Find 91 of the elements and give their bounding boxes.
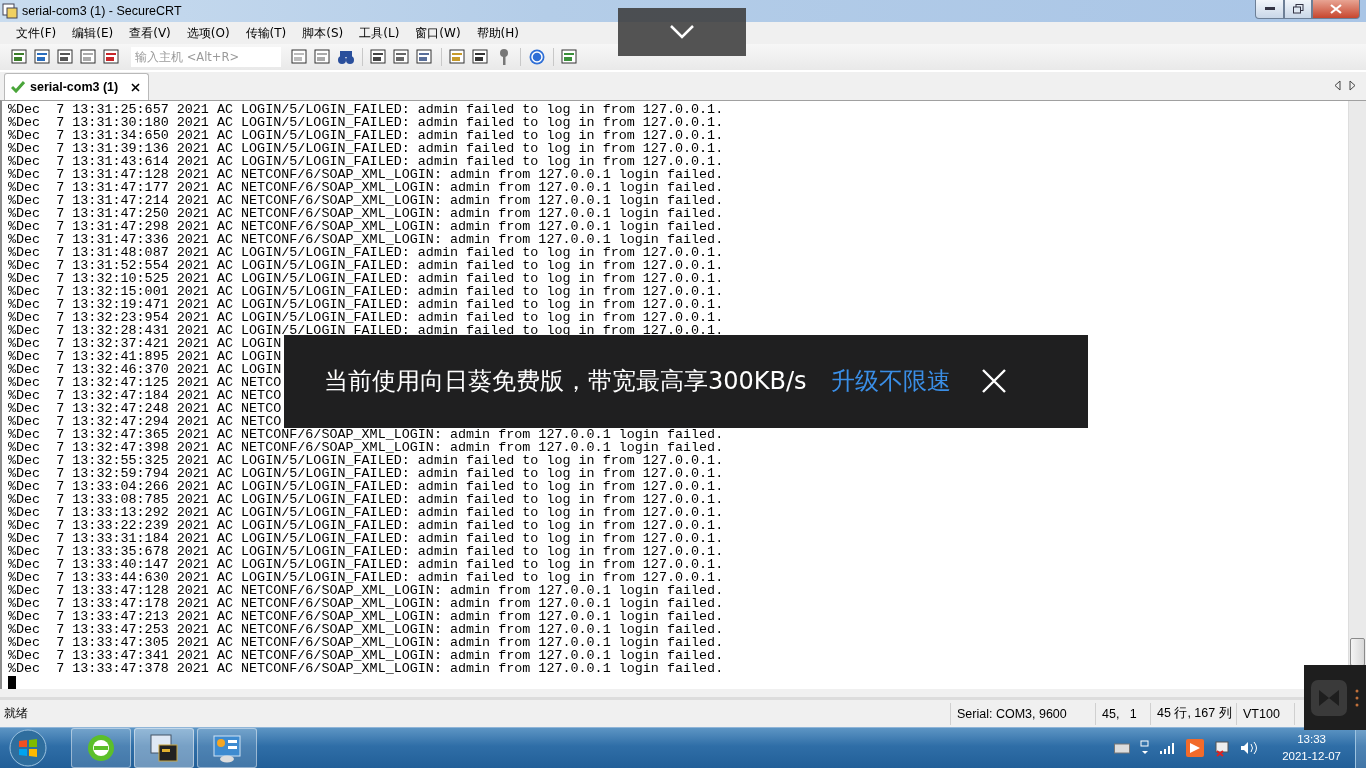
start-button[interactable] [8, 728, 48, 768]
browser-taskbar-button[interactable] [71, 728, 131, 768]
terminal-line: %Dec 7 13:32:59:794 2021 AC LOGIN/5/LOGIN_FAILED: admin failed to log in from 127.0.0.1. [8, 466, 724, 480]
terminal-line: %Dec 7 13:32:37:421 2021 AC LOGIN [8, 336, 282, 350]
terminal-line: %Dec 7 13:32:55:325 2021 AC LOGIN/5/LOGIN_FAILED: admin failed to log in from 127.0.0.1. [8, 453, 724, 467]
terminal-line: %Dec 7 13:32:47:294 2021 AC NETCO [8, 414, 282, 428]
terminal-line: %Dec 7 13:31:39:136 2021 AC LOGIN/5/LOGIN_FAILED: admin failed to log in from 127.0.0.1. [8, 141, 724, 155]
find-icon[interactable] [336, 48, 356, 67]
menu-item[interactable]: 帮助(H) [468, 24, 527, 42]
terminal-line: %Dec 7 13:32:47:398 2021 AC NETCONF/6/SOAP_XML_LOGIN: admin from 127.0.0.1 login failed. [8, 440, 724, 454]
menu-item[interactable]: 编辑(E) [64, 24, 122, 42]
window-title: serial-com3 (1) - SecureCRT [22, 3, 183, 18]
help-icon[interactable] [527, 48, 547, 67]
status-text: 就绪 [3, 705, 29, 723]
terminal-line: %Dec 7 13:33:31:184 2021 AC LOGIN/5/LOGIN_FAILED: admin failed to log in from 127.0.0.1. [8, 531, 724, 545]
terminal-line: %Dec 7 13:32:47:248 2021 AC NETCO [8, 401, 282, 415]
menu-item[interactable]: 工具(L) [351, 24, 408, 42]
menu-item[interactable]: 文件(F) [8, 24, 65, 42]
signal-icon[interactable] [1160, 742, 1177, 754]
host-field[interactable]: 输入主机 <Alt+R> [131, 47, 281, 68]
terminal-line: %Dec 7 13:33:44:630 2021 AC LOGIN/5/LOGIN_FAILED: admin failed to log in from 127.0.0.1. [8, 570, 724, 584]
terminal-line: %Dec 7 13:31:47:214 2021 AC NETCONF/6/SOAP_XML_LOGIN: admin from 127.0.0.1 login failed. [8, 193, 724, 207]
remote-logo-icon [1311, 679, 1347, 716]
terminal-line: %Dec 7 13:31:43:614 2021 AC LOGIN/5/LOGIN_FAILED: admin failed to log in from 127.0.0.1. [8, 154, 724, 168]
terminal-line: %Dec 7 13:31:47:250 2021 AC NETCONF/6/SOAP_XML_LOGIN: admin from 127.0.0.1 login failed. [8, 206, 724, 220]
terminal-line: %Dec 7 13:31:47:177 2021 AC NETCONF/6/SOAP_XML_LOGIN: admin from 127.0.0.1 login failed. [8, 180, 724, 194]
terminal-line: %Dec 7 13:31:47:298 2021 AC NETCONF/6/SOAP_XML_LOGIN: admin from 127.0.0.1 login failed. [8, 219, 724, 233]
terminal-line: %Dec 7 13:31:47:128 2021 AC NETCONF/6/SOAP_XML_LOGIN: admin from 127.0.0.1 login failed. [8, 167, 724, 181]
terminal-line: %Dec 7 13:32:23:954 2021 AC LOGIN/5/LOGIN_FAILED: admin failed to log in from 127.0.0.1. [8, 310, 724, 324]
control-panel-icon [212, 733, 242, 763]
control-panel-taskbar-button[interactable] [197, 728, 257, 768]
maximize-button[interactable] [1284, 0, 1312, 19]
close-icon [1330, 4, 1342, 14]
terminal-line: %Dec 7 13:33:40:147 2021 AC LOGIN/5/LOGIN_FAILED: admin failed to log in from 127.0.0.1. [8, 557, 724, 571]
show-desktop-button[interactable] [1355, 728, 1366, 768]
status-position: 45, 1 [1095, 702, 1150, 725]
terminal-line: %Dec 7 13:33:08:785 2021 AC LOGIN/5/LOGIN_FAILED: admin failed to log in from 127.0.0.1. [8, 492, 724, 506]
minimize-icon [1264, 7, 1275, 11]
keyboard-icon[interactable] [1114, 742, 1131, 754]
terminal-line: %Dec 7 13:31:30:180 2021 AC LOGIN/5/LOGIN_FAILED: admin failed to log in from 127.0.0.1. [8, 115, 724, 129]
terminal-line: %Dec 7 13:32:19:471 2021 AC LOGIN/5/LOGIN_FAILED: admin failed to log in from 127.0.0.1. [8, 297, 724, 311]
terminal-line: %Dec 7 13:33:13:292 2021 AC LOGIN/5/LOGIN_FAILED: admin failed to log in from 127.0.0.1. [8, 505, 724, 519]
scrollbar[interactable] [1348, 100, 1366, 666]
more-icon[interactable] [1355, 687, 1359, 708]
terminal-line: %Dec 7 13:33:47:378 2021 AC NETCONF/6/SOAP_XML_LOGIN: admin from 127.0.0.1 login failed. [8, 661, 724, 675]
notice-text: 当前使用向日葵免费版，带宽最高享300KB/s [324, 366, 807, 398]
upgrade-link[interactable]: 升级不限速 [830, 365, 951, 398]
terminal-line: %Dec 7 13:32:47:184 2021 AC NETCO [8, 388, 282, 402]
status-emulation: VT100 [1236, 702, 1294, 725]
scroll-right-icon[interactable] [1349, 80, 1356, 92]
menu-item[interactable]: 查看(V) [121, 24, 179, 42]
terminal-line: %Dec 7 13:31:48:087 2021 AC LOGIN/5/LOGIN_FAILED: admin failed to log in from 127.0.0.1. [8, 245, 724, 259]
menu-item[interactable]: 选项(O) [178, 24, 238, 42]
status-size: 45 行, 167 列 [1150, 702, 1236, 725]
chevron-down-icon [669, 24, 695, 40]
terminal-line: %Dec 7 13:32:47:125 2021 AC NETCO [8, 375, 282, 389]
terminal-line: %Dec 7 13:31:25:657 2021 AC LOGIN/5/LOGIN_FAILED: admin failed to log in from 127.0.0.1. [8, 102, 724, 116]
app-icon [2, 2, 18, 19]
terminal-window-icon [149, 733, 179, 763]
terminal-line: %Dec 7 13:32:46:370 2021 AC LOGIN [8, 362, 282, 376]
close-icon[interactable] [980, 368, 1007, 395]
scroll-left-icon[interactable] [1334, 80, 1341, 92]
browser-icon [86, 733, 116, 763]
terminal-taskbar-button[interactable] [134, 728, 194, 768]
terminal-line: %Dec 7 13:32:15:001 2021 AC LOGIN/5/LOGIN_FAILED: admin failed to log in from 127.0.0.1. [8, 284, 724, 298]
terminal-line: %Dec 7 13:33:47:253 2021 AC NETCONF/6/SOAP_XML_LOGIN: admin from 127.0.0.1 login failed. [8, 622, 724, 636]
terminal-line: %Dec 7 13:31:34:650 2021 AC LOGIN/5/LOGIN_FAILED: admin failed to log in from 127.0.0.1. [8, 128, 724, 142]
terminal-line: %Dec 7 13:33:47:341 2021 AC NETCONF/6/SOAP_XML_LOGIN: admin from 127.0.0.1 login failed. [8, 648, 724, 662]
remote-app-icon[interactable] [1186, 739, 1205, 757]
restore-icon [1292, 4, 1304, 14]
terminal-line: %Dec 7 13:32:10:525 2021 AC LOGIN/5/LOGIN_FAILED: admin failed to log in from 127.0.0.1. [8, 271, 724, 285]
terminal-line: %Dec 7 13:33:47:213 2021 AC NETCONF/6/SOAP_XML_LOGIN: admin from 127.0.0.1 login failed. [8, 609, 724, 623]
terminal-line: %Dec 7 13:33:47:128 2021 AC NETCONF/6/SOAP_XML_LOGIN: admin from 127.0.0.1 login failed. [8, 583, 724, 597]
menu-item[interactable]: 传输(T) [237, 24, 295, 42]
terminal-line: %Dec 7 13:33:04:266 2021 AC LOGIN/5/LOGIN_FAILED: admin failed to log in from 127.0.0.1. [8, 479, 724, 493]
terminal-line: %Dec 7 13:33:35:678 2021 AC LOGIN/5/LOGIN_FAILED: admin failed to log in from 127.0.0.1. [8, 544, 724, 558]
close-button[interactable] [1312, 0, 1360, 19]
menu-item[interactable]: 窗口(W) [407, 24, 469, 42]
session-tab[interactable]: serial-com3 (1) [4, 72, 150, 100]
minimize-button[interactable] [1255, 0, 1284, 19]
terminal-line: %Dec 7 13:31:47:336 2021 AC NETCONF/6/SOAP_XML_LOGIN: admin from 127.0.0.1 login failed. [8, 232, 724, 246]
volume-icon[interactable] [1240, 741, 1259, 755]
terminal-line: %Dec 7 13:32:47:365 2021 AC NETCONF/6/SOAP_XML_LOGIN: admin from 127.0.0.1 login failed. [8, 427, 724, 441]
terminal-line: %Dec 7 13:33:47:178 2021 AC NETCONF/6/SOAP_XML_LOGIN: admin from 127.0.0.1 login failed. [8, 596, 724, 610]
terminal-line: %Dec 7 13:31:52:554 2021 AC LOGIN/5/LOGIN_FAILED: admin failed to log in from 127.0.0.1. [8, 258, 724, 272]
menu-item[interactable]: 脚本(S) [294, 24, 352, 42]
status-connection: Serial: COM3, 9600 [950, 702, 1095, 725]
terminal-line: %Dec 7 13:32:41:895 2021 AC LOGIN [8, 349, 282, 363]
terminal-line: %Dec 7 13:33:47:305 2021 AC NETCONF/6/SOAP_XML_LOGIN: admin from 127.0.0.1 login failed. [8, 635, 724, 649]
clock[interactable]: 13:33 2021-12-07 [1282, 731, 1341, 765]
terminal-line: %Dec 7 13:33:22:239 2021 AC LOGIN/5/LOGIN_FAILED: admin failed to log in from 127.0.0.1. [8, 518, 724, 532]
